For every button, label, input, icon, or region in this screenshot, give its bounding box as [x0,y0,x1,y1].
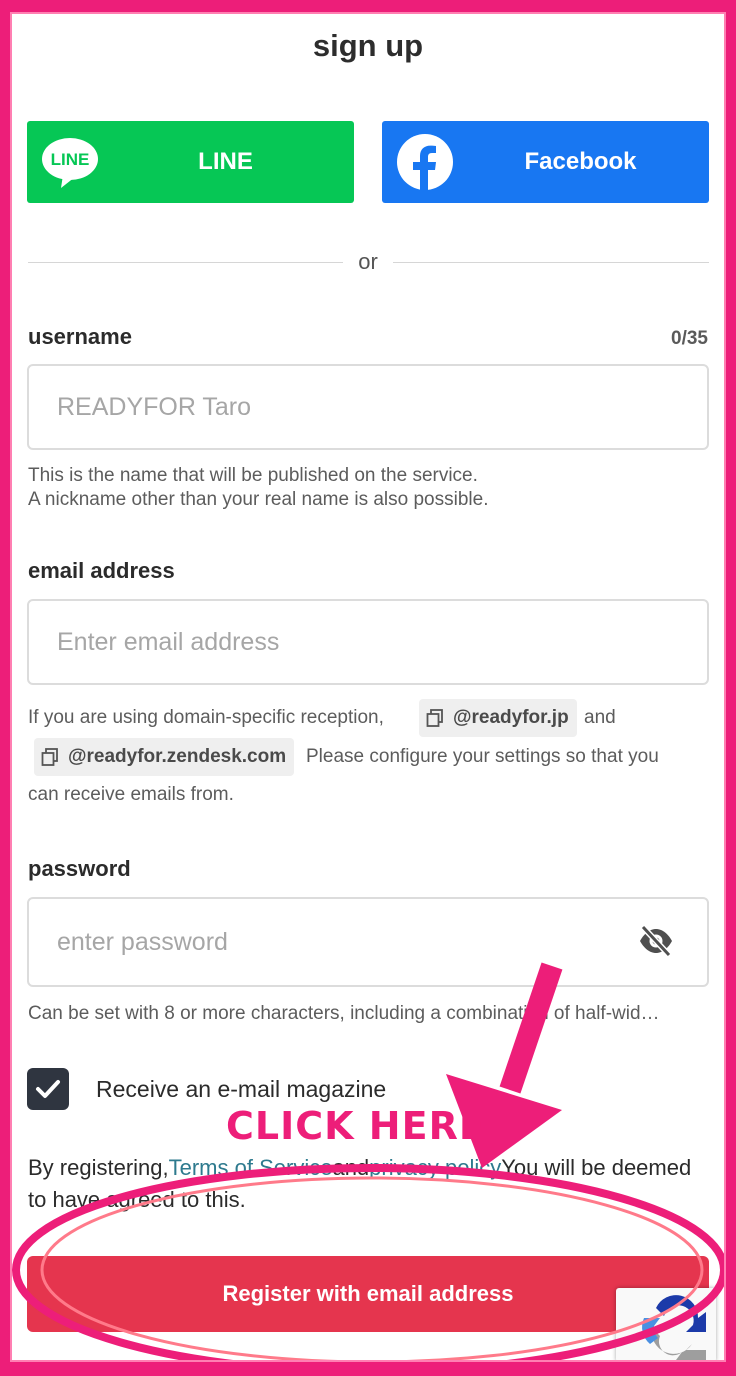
copy-icon [41,748,58,766]
privacy-policy-link[interactable]: privacy policy [369,1155,501,1180]
eye-slash-icon[interactable] [637,923,675,959]
copy-icon [426,709,443,727]
username-field-box [27,364,709,450]
recaptcha-badge[interactable] [616,1288,716,1362]
username-help-line-2: A nickname other than your real name is … [28,489,489,510]
page-title: sign up [312,28,424,63]
email-help-suffix-2: can receive emails from. [28,784,234,805]
register-email-button[interactable]: Register with email address [27,1256,709,1332]
check-icon [36,1080,60,1098]
newsletter-label[interactable]: Receive an e-mail magazine [96,1076,386,1103]
line-login-button[interactable]: LINE LINE [27,121,354,203]
email-help-and: and [584,707,616,728]
newsletter-checkbox[interactable] [27,1068,69,1110]
username-input[interactable] [29,366,707,448]
terms-and: and [332,1155,370,1180]
email-input[interactable] [29,601,707,683]
domain-readyfor-jp: @readyfor.jp [453,707,569,728]
email-field-box [27,599,709,685]
register-button-label: Register with email address [222,1281,514,1306]
username-char-counter: 0/35 [671,328,708,349]
email-help-prefix: If you are using domain-specific recepti… [28,707,384,728]
copy-domain-readyfor-jp[interactable]: @readyfor.jp [419,699,577,737]
click-here-callout: CLICK HERE [226,1104,486,1148]
divider-line-right [393,262,709,263]
username-help-line-1: This is the name that will be published … [28,465,478,486]
copy-domain-readyfor-zendesk[interactable]: @readyfor.zendesk.com [34,738,295,776]
terms-prefix: By registering, [28,1155,169,1180]
password-label: password [28,856,131,881]
terms-of-service-link[interactable]: Terms of Service [169,1155,333,1180]
facebook-button-label: Facebook [524,148,637,175]
email-label: email address [28,558,175,583]
username-label: username [28,324,132,349]
domain-readyfor-zendesk: @readyfor.zendesk.com [68,746,287,767]
recaptcha-icon [642,1295,706,1360]
facebook-login-button[interactable]: Facebook [382,121,709,203]
password-field-box [27,897,709,987]
password-help: Can be set with 8 or more characters, in… [28,1003,660,1024]
password-input[interactable] [29,899,707,985]
email-help-suffix-1: Please configure your settings so that y… [306,746,659,767]
line-button-label: LINE [198,148,253,175]
terms-notice: By registering,Terms of Serviceandprivac… [28,1152,708,1216]
